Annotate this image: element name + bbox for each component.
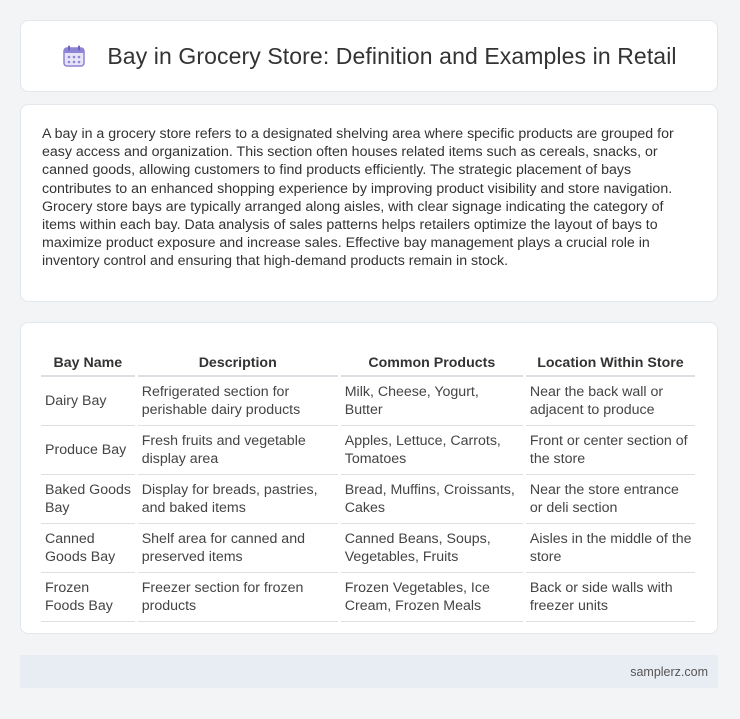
footer-site-link[interactable]: samplerz.com: [630, 665, 708, 679]
table-row: Dairy Bay Refrigerated section for peris…: [41, 377, 695, 426]
title-card: Bay in Grocery Store: Definition and Exa…: [20, 20, 718, 92]
calendar-icon: [61, 43, 87, 69]
page-title: Bay in Grocery Store: Definition and Exa…: [107, 42, 677, 69]
table-header-row: Bay Name Description Common Products Loc…: [41, 341, 695, 377]
cell-common-products: Canned Beans, Soups, Vegetables, Fruits: [340, 524, 523, 573]
cell-common-products: Frozen Vegetables, Ice Cream, Frozen Mea…: [340, 573, 523, 622]
table-row: Frozen Foods Bay Freezer section for fro…: [41, 573, 695, 622]
footer: samplerz.com: [20, 655, 718, 688]
table-row: Canned Goods Bay Shelf area for canned a…: [41, 524, 695, 573]
intro-paragraph: A bay in a grocery store refers to a des…: [42, 126, 674, 270]
cell-bay-name: Produce Bay: [41, 426, 135, 475]
cell-location: Aisles in the middle of the store: [525, 524, 695, 573]
cell-bay-name: Dairy Bay: [41, 377, 135, 426]
table-row: Baked Goods Bay Display for breads, past…: [41, 475, 695, 524]
table-card: Bay Name Description Common Products Loc…: [20, 322, 718, 634]
bay-table: Bay Name Description Common Products Loc…: [38, 341, 698, 622]
cell-description: Shelf area for canned and preserved item…: [137, 524, 338, 573]
cell-bay-name: Baked Goods Bay: [41, 475, 135, 524]
cell-description: Display for breads, pastries, and baked …: [137, 475, 338, 524]
cell-bay-name: Canned Goods Bay: [41, 524, 135, 573]
cell-location: Near the store entrance or deli section: [525, 475, 695, 524]
header-description: Description: [137, 341, 338, 377]
cell-location: Back or side walls with freezer units: [525, 573, 695, 622]
intro-card: A bay in a grocery store refers to a des…: [20, 104, 718, 302]
cell-location: Near the back wall or adjacent to produc…: [525, 377, 695, 426]
header-bay-name: Bay Name: [41, 341, 135, 377]
cell-description: Freezer section for frozen products: [137, 573, 338, 622]
table-row: Produce Bay Fresh fruits and vegetable d…: [41, 426, 695, 475]
header-common-products: Common Products: [340, 341, 523, 377]
cell-description: Fresh fruits and vegetable display area: [137, 426, 338, 475]
cell-description: Refrigerated section for perishable dair…: [137, 377, 338, 426]
cell-common-products: Apples, Lettuce, Carrots, Tomatoes: [340, 426, 523, 475]
header-location: Location Within Store: [525, 341, 695, 377]
cell-location: Front or center section of the store: [525, 426, 695, 475]
cell-common-products: Milk, Cheese, Yogurt, Butter: [340, 377, 523, 426]
cell-common-products: Bread, Muffins, Croissants, Cakes: [340, 475, 523, 524]
cell-bay-name: Frozen Foods Bay: [41, 573, 135, 622]
